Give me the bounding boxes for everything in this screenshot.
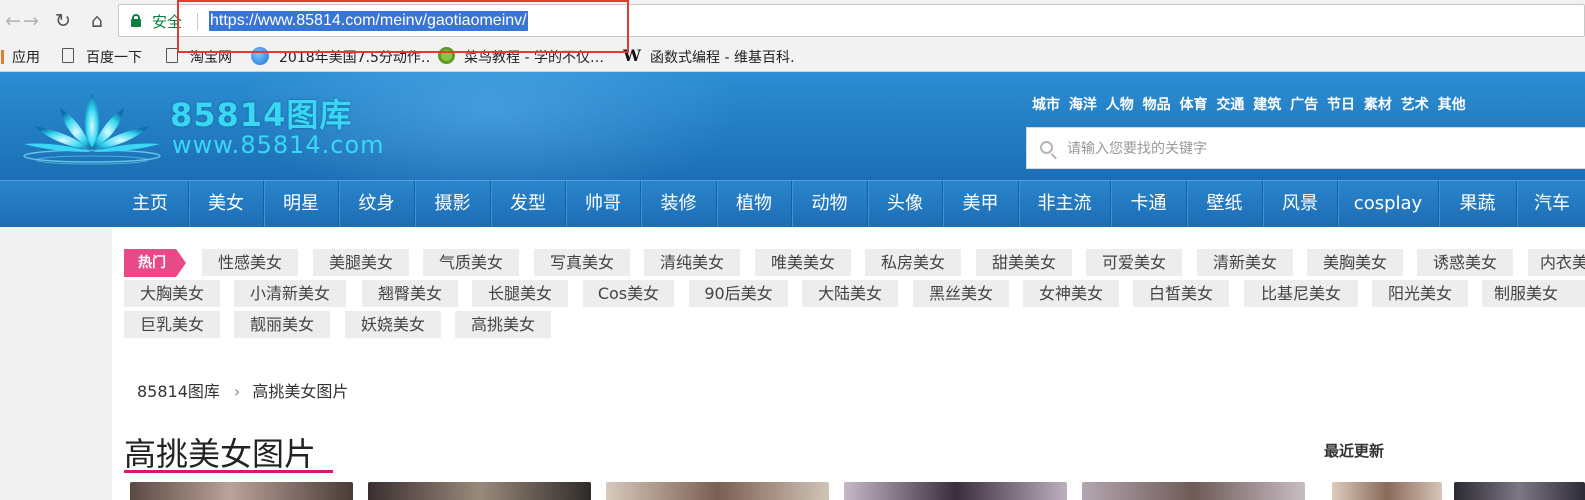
home-icon[interactable]: ⌂ (84, 8, 110, 34)
recent-updates-label[interactable]: 最近更新 (1324, 440, 1384, 461)
chevron-right-icon: › (233, 382, 241, 401)
hot-tag[interactable]: 可爱美女 (1086, 249, 1182, 276)
hot-tag[interactable]: 长腿美女 (472, 280, 568, 307)
gallery-thumbnail[interactable] (368, 482, 591, 500)
quick-link[interactable]: 艺术 (1401, 97, 1429, 113)
quick-link[interactable]: 人物 (1106, 97, 1134, 113)
hot-tag[interactable]: 大陆美女 (802, 280, 898, 307)
nav-item-handsome[interactable]: 帅哥 (566, 181, 640, 227)
quick-link[interactable]: 广告 (1290, 97, 1318, 113)
quick-link[interactable]: 节日 (1327, 97, 1355, 113)
hot-tag[interactable]: 白皙美女 (1133, 280, 1229, 307)
breadcrumb-current[interactable]: 高挑美女图片 (252, 382, 348, 401)
main-nav: 主页 美女 明星 纹身 摄影 发型 帅哥 装修 植物 动物 头像 美甲 非主流 … (0, 180, 1585, 227)
hot-tag[interactable]: 阳光美女 (1372, 280, 1468, 307)
hot-badge: 热门 (124, 249, 186, 277)
gallery-thumbnail[interactable] (606, 482, 829, 500)
lotus-logo-icon[interactable] (20, 86, 165, 166)
nav-item-decoration[interactable]: 装修 (641, 181, 716, 227)
hot-tag[interactable]: 气质美女 (423, 249, 519, 276)
nav-item-wallpaper[interactable]: 壁纸 (1187, 181, 1262, 227)
hot-tag[interactable]: 内衣美女 (1528, 249, 1585, 276)
gallery-thumbnail[interactable] (1454, 482, 1585, 500)
nav-item-tattoo[interactable]: 纹身 (339, 181, 414, 227)
bookmark-baidu[interactable]: 百度一下 (86, 47, 142, 67)
quick-link[interactable]: 城市 (1032, 97, 1060, 113)
logo-url: www.85814.com (172, 131, 385, 159)
nav-item-nonmainstream[interactable]: 非主流 (1019, 181, 1110, 227)
quick-link[interactable]: 物品 (1143, 97, 1171, 113)
gallery-thumbnail[interactable] (130, 482, 353, 500)
hot-tag[interactable]: 性感美女 (202, 249, 298, 276)
nav-item-cars[interactable]: 汽车 (1517, 181, 1585, 227)
nav-item-photography[interactable]: 摄影 (415, 181, 490, 227)
bookmark-apps[interactable]: 应用 (12, 47, 40, 67)
bookmark-wikipedia[interactable]: 函数式编程 - 维基百科… (650, 47, 795, 67)
hot-tag[interactable]: 美腿美女 (313, 249, 409, 276)
hot-tag[interactable]: 妖娆美女 (345, 311, 441, 338)
hot-tag[interactable]: 甜美美女 (976, 249, 1072, 276)
hot-tag[interactable]: 90后美女 (689, 280, 788, 307)
quick-link[interactable]: 海洋 (1069, 97, 1097, 113)
hot-tag[interactable]: 唯美美女 (755, 249, 851, 276)
forward-arrow-icon[interactable]: → (18, 8, 44, 34)
quick-link[interactable]: 其他 (1438, 97, 1466, 113)
breadcrumb: 85814图库 › 高挑美女图片 (137, 378, 348, 402)
category-quick-links: 城市 海洋 人物 物品 体育 交通 建筑 广告 节日 素材 艺术 其他 (1032, 94, 1470, 114)
hot-tag[interactable]: 黑丝美女 (913, 280, 1009, 307)
hot-tag[interactable]: 美胸美女 (1307, 249, 1403, 276)
hot-tag[interactable]: 大胸美女 (124, 280, 220, 307)
quick-link[interactable]: 交通 (1216, 97, 1244, 113)
hot-tag[interactable]: 清新美女 (1197, 249, 1293, 276)
search-icon[interactable] (1040, 141, 1053, 154)
hot-tag[interactable]: 写真美女 (534, 249, 630, 276)
nav-item-nails[interactable]: 美甲 (943, 181, 1018, 227)
site-search (1026, 127, 1585, 169)
nav-item-cosplay[interactable]: cosplay (1338, 181, 1438, 227)
quick-link[interactable]: 建筑 (1253, 97, 1281, 113)
breadcrumb-home[interactable]: 85814图库 (137, 382, 220, 401)
search-input[interactable] (1067, 138, 1567, 160)
nav-item-plants[interactable]: 植物 (717, 181, 791, 227)
hot-tag[interactable]: 清纯美女 (644, 249, 740, 276)
nav-item-beauty[interactable]: 美女 (189, 181, 263, 227)
lock-icon (131, 14, 141, 27)
nav-item-home[interactable]: 主页 (112, 181, 188, 227)
url-highlight-box (177, 0, 629, 53)
hot-tag[interactable]: 私房美女 (865, 249, 961, 276)
nav-item-animals[interactable]: 动物 (792, 181, 867, 227)
nav-item-fruits[interactable]: 果蔬 (1439, 181, 1516, 227)
nav-item-hairstyle[interactable]: 发型 (491, 181, 565, 227)
hot-tag[interactable]: 小清新美女 (234, 280, 346, 307)
quick-link[interactable]: 体育 (1180, 97, 1208, 113)
title-underline (124, 470, 333, 473)
site-header: 85814图库 www.85814.com 城市 海洋 人物 物品 体育 交通 … (0, 72, 1585, 180)
hot-tag[interactable]: 高挑美女 (455, 311, 551, 338)
hot-tag[interactable]: 巨乳美女 (124, 311, 220, 338)
gallery-thumbnail[interactable] (1332, 482, 1442, 500)
hot-tag[interactable]: Cos美女 (583, 280, 674, 307)
page-icon (62, 48, 74, 63)
page-title: 高挑美女图片 (124, 435, 317, 473)
gallery-thumbnail[interactable] (844, 482, 1067, 500)
hot-tag[interactable]: 翘臀美女 (362, 280, 458, 307)
nav-item-celebrity[interactable]: 明星 (264, 181, 338, 227)
hot-tag[interactable]: 比基尼美女 (1244, 280, 1358, 307)
logo-name[interactable]: 85814图库 (170, 90, 352, 136)
hot-tag[interactable]: 女神美女 (1023, 280, 1119, 307)
gallery-thumbnail[interactable] (1082, 482, 1305, 500)
quick-link[interactable]: 素材 (1364, 97, 1392, 113)
apps-icon (0, 50, 6, 64)
hot-tag[interactable]: 靓丽美女 (234, 311, 330, 338)
nav-item-cartoon[interactable]: 卡通 (1111, 181, 1186, 227)
nav-item-avatar[interactable]: 头像 (868, 181, 942, 227)
hot-tag[interactable]: 诱惑美女 (1417, 249, 1513, 276)
reload-icon[interactable]: ↻ (50, 8, 76, 34)
hot-tag[interactable]: 制服美女 (1482, 280, 1585, 307)
nav-item-scenery[interactable]: 风景 (1263, 181, 1337, 227)
